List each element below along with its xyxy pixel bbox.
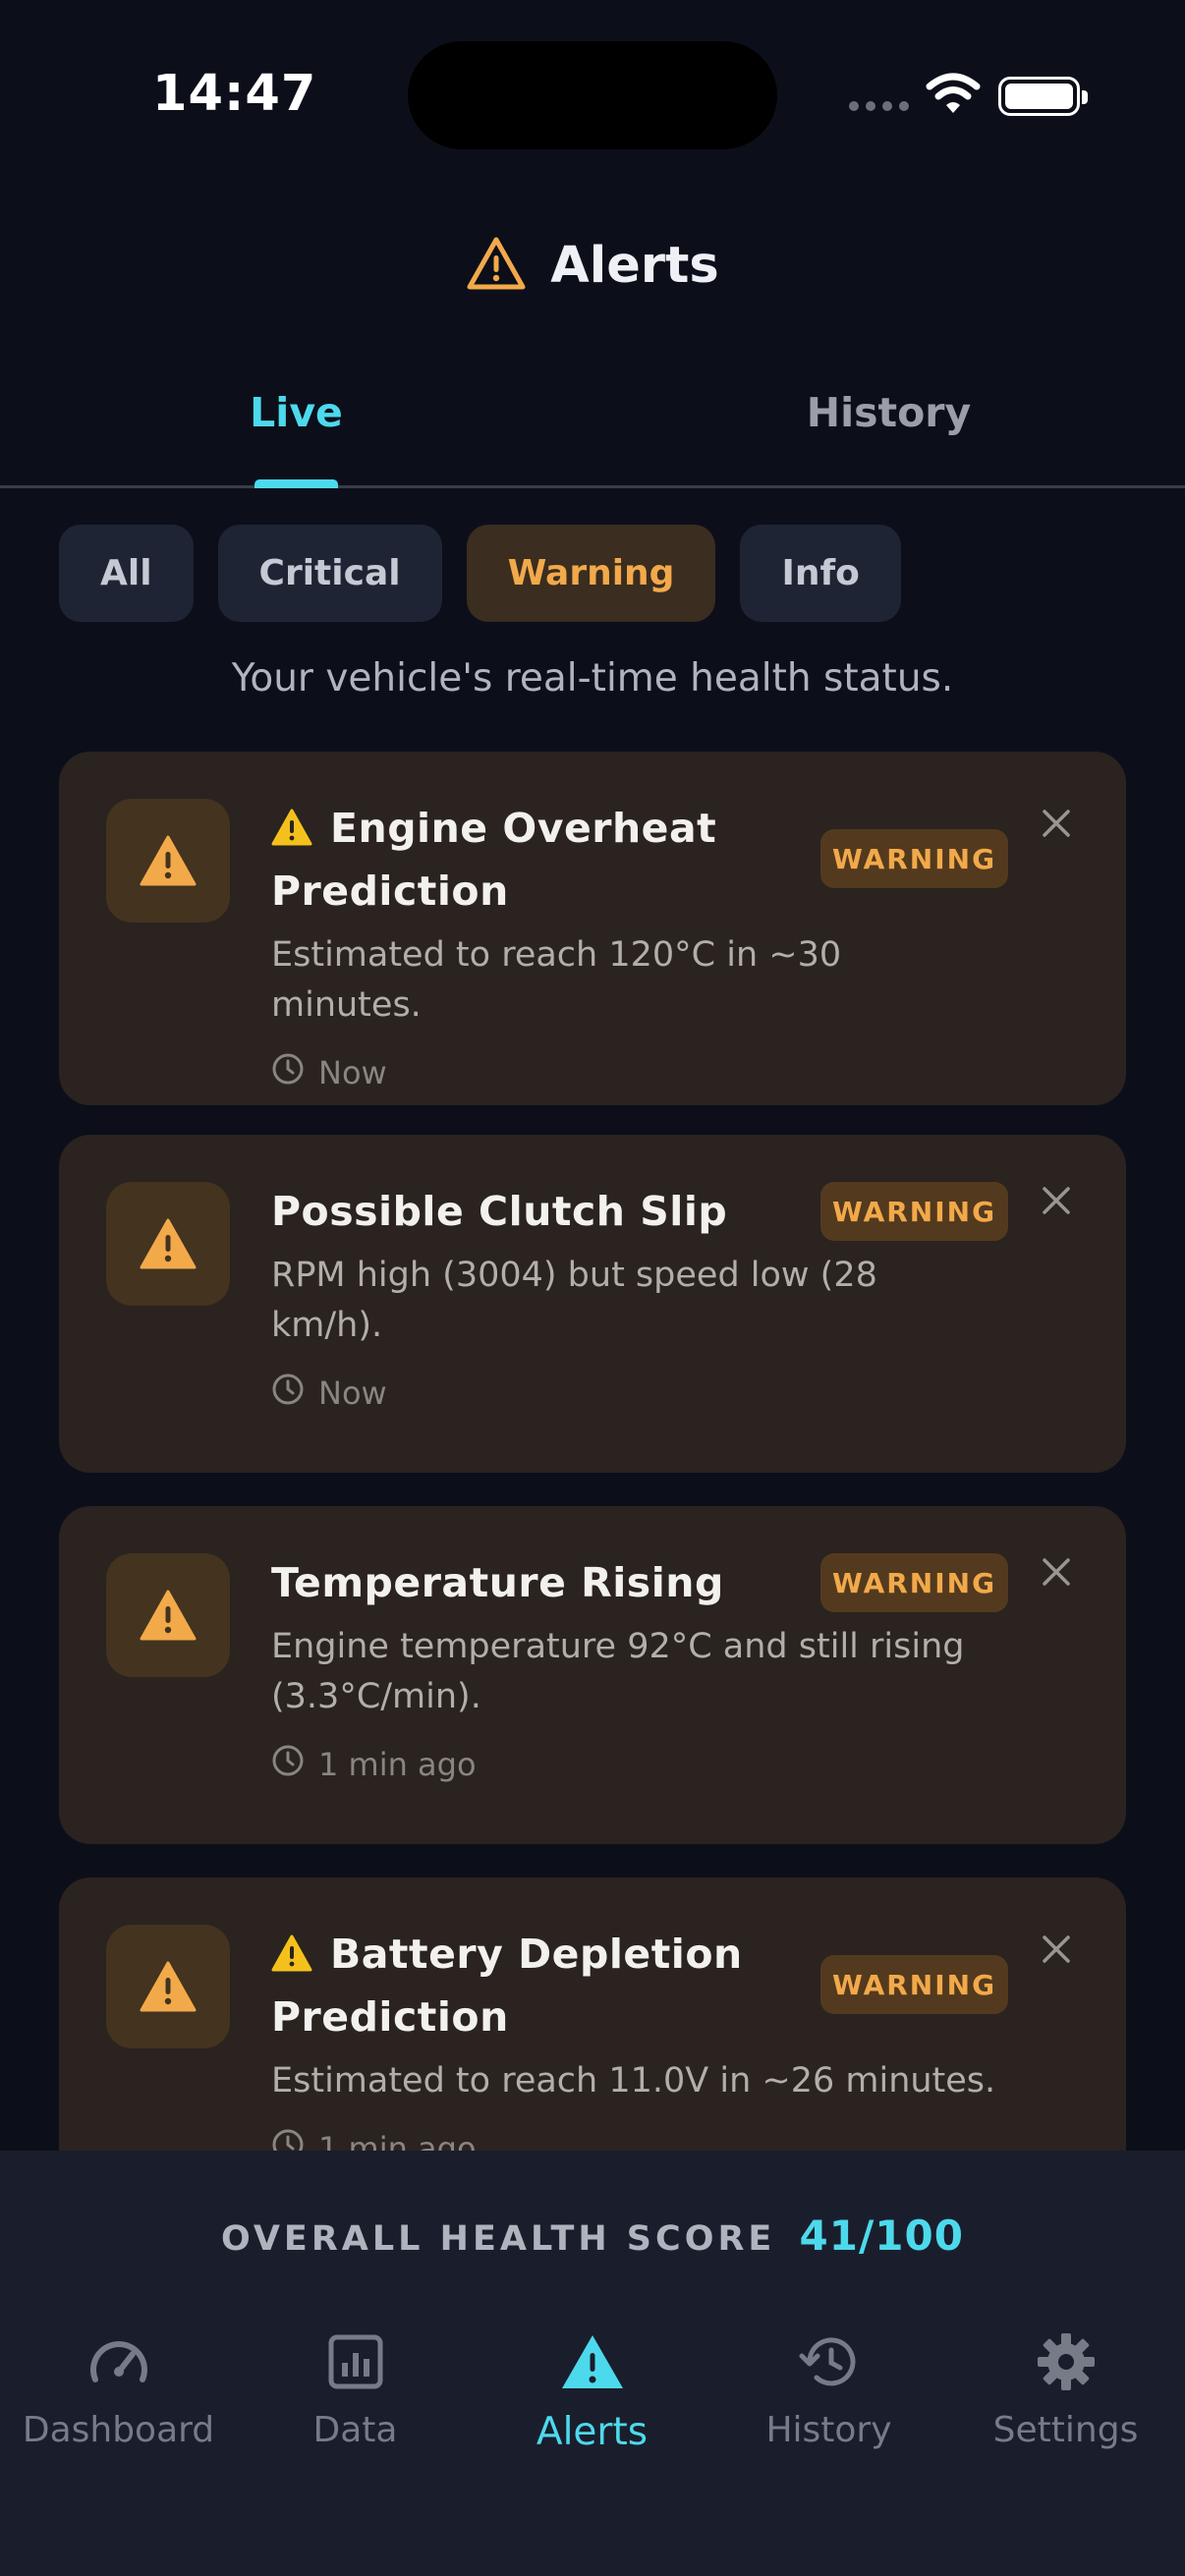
battery-icon <box>998 77 1088 116</box>
alert-description: Estimated to reach 11.0V in ~26 minutes. <box>271 2061 996 2100</box>
alert-card[interactable]: Battery Depletion Prediction Estimated t… <box>59 1877 1126 2151</box>
warning-triangle-icon <box>106 1553 230 1677</box>
warning-triangle-icon <box>106 1925 230 2048</box>
tab-history[interactable]: History <box>592 364 1185 485</box>
warning-triangle-icon <box>466 236 527 295</box>
dynamic-island <box>408 41 777 149</box>
alert-title: Possible Clutch Slip <box>271 1188 728 1235</box>
dismiss-close-icon[interactable] <box>1032 1547 1081 1596</box>
dismiss-close-icon[interactable] <box>1032 1925 1081 1974</box>
clock-icon <box>271 1372 305 1414</box>
alert-time-text: 1 min ago <box>318 1746 477 1783</box>
alert-time-text: Now <box>318 1374 387 1412</box>
active-tab-indicator <box>254 479 338 488</box>
alert-description: RPM high (3004) but speed low (28 km/h). <box>271 1256 877 1345</box>
alert-title: Engine Overheat Prediction <box>271 799 802 921</box>
prediction-warning-icon <box>271 803 312 862</box>
health-score-label: OVERALL HEALTH SCORE <box>221 2219 776 2259</box>
nav-label-alerts: Alerts <box>536 2410 649 2454</box>
alert-description: Engine temperature 92°C and still rising… <box>271 1627 965 1716</box>
nav-label-data: Data <box>312 2410 398 2450</box>
alert-card[interactable]: Possible Clutch Slip RPM high (3004) but… <box>59 1135 1126 1473</box>
nav-label-settings: Settings <box>992 2410 1139 2450</box>
page-header: Alerts <box>0 226 1185 305</box>
nav-item-alerts[interactable]: Alerts <box>474 2327 710 2454</box>
alert-list[interactable]: Engine Overheat Prediction Estimated to … <box>59 752 1126 2151</box>
alert-time: 1 min ago <box>271 2128 998 2151</box>
tab-live[interactable]: Live <box>0 364 592 485</box>
alert-card[interactable]: Temperature Rising Engine temperature 92… <box>59 1506 1126 1844</box>
filter-chip-info[interactable]: Info <box>740 525 901 622</box>
alert-title: Temperature Rising <box>271 1559 724 1606</box>
bar-chart-icon <box>321 2327 390 2396</box>
nav-item-history[interactable]: History <box>710 2327 947 2450</box>
alert-time: 1 min ago <box>271 1744 998 1785</box>
prediction-warning-icon <box>271 1929 312 1988</box>
filter-chip-critical[interactable]: Critical <box>217 525 442 622</box>
alert-time-text: 1 min ago <box>318 2130 477 2151</box>
alert-title-text: Battery Depletion Prediction <box>271 1931 743 2041</box>
cellular-signal-icon <box>849 101 909 111</box>
clock-icon <box>271 2128 305 2151</box>
alert-title: Battery Depletion Prediction <box>271 1925 802 2046</box>
severity-badge: WARNING <box>820 1182 1008 1241</box>
tab-bar: Live History <box>0 364 1185 488</box>
health-score: OVERALL HEALTH SCORE 41/100 <box>0 2212 1185 2260</box>
clock-icon <box>271 1052 305 1093</box>
filter-chip-all[interactable]: All <box>59 525 194 622</box>
bottom-nav: Dashboard Data Alerts History Settings <box>0 2327 1185 2485</box>
nav-item-settings[interactable]: Settings <box>947 2327 1184 2450</box>
bottom-panel: OVERALL HEALTH SCORE 41/100 Dashboard Da… <box>0 2151 1185 2576</box>
dismiss-close-icon[interactable] <box>1032 799 1081 848</box>
speedometer-icon <box>85 2327 153 2396</box>
warning-triangle-icon <box>106 1182 230 1306</box>
severity-badge: WARNING <box>820 1955 1008 2014</box>
wifi-icon <box>926 73 981 120</box>
nav-item-dashboard[interactable]: Dashboard <box>0 2327 237 2450</box>
nav-item-data[interactable]: Data <box>237 2327 474 2450</box>
health-score-value: 41/100 <box>799 2212 964 2260</box>
alert-card[interactable]: Engine Overheat Prediction Estimated to … <box>59 752 1126 1105</box>
history-icon <box>795 2327 864 2396</box>
filter-chip-warning[interactable]: Warning <box>466 525 716 622</box>
alert-time-text: Now <box>318 1054 387 1092</box>
gear-icon <box>1032 2327 1100 2396</box>
alert-time: Now <box>271 1372 998 1414</box>
status-bar: 14:47 <box>0 0 1185 196</box>
alert-description: Estimated to reach 120°C in ~30 minutes. <box>271 935 842 1025</box>
status-subtitle: Your vehicle's real-time health status. <box>231 656 954 700</box>
status-time: 14:47 <box>152 65 317 123</box>
warning-triangle-icon <box>558 2327 627 2396</box>
severity-badge: WARNING <box>820 829 1008 888</box>
filter-chips: All Critical Warning Info <box>59 525 901 622</box>
dismiss-close-icon[interactable] <box>1032 1176 1081 1225</box>
clock-icon <box>271 1744 305 1785</box>
severity-badge: WARNING <box>820 1553 1008 1612</box>
alert-title-text: Engine Overheat Prediction <box>271 805 717 915</box>
nav-label-history: History <box>765 2410 892 2450</box>
page-title: Alerts <box>550 236 719 295</box>
nav-label-dashboard: Dashboard <box>22 2410 215 2450</box>
warning-triangle-icon <box>106 799 230 923</box>
alert-time: Now <box>271 1052 998 1093</box>
